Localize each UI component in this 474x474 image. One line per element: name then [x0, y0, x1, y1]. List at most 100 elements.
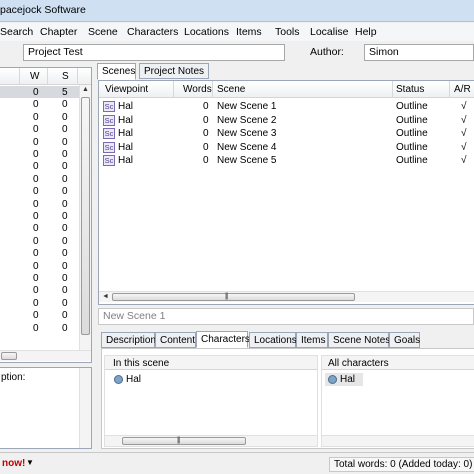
chapter-words: 0: [33, 87, 39, 98]
all-characters-header: All characters: [322, 356, 474, 370]
in-scene-hscroll-thumb[interactable]: |||: [122, 437, 246, 445]
chapter-words: 0: [33, 149, 39, 160]
menu-chapter[interactable]: Chapter: [40, 26, 77, 38]
tab-items[interactable]: Items: [296, 332, 328, 348]
chapter-scroll-thumb[interactable]: [81, 97, 90, 335]
chapter-scenes: 0: [62, 161, 68, 173]
scene-icon: Sc: [103, 114, 115, 126]
scene-ar: √: [461, 101, 467, 112]
chapter-scenes: 0: [62, 297, 68, 309]
menu-locations[interactable]: Locations: [184, 26, 229, 38]
scene-status: Outline: [396, 141, 428, 153]
all-characters-list[interactable]: All characters Hal: [321, 355, 474, 447]
scene-ar: √: [461, 155, 467, 166]
chapter-scenes: 0: [62, 136, 68, 148]
scroll-left-icon[interactable]: ◄: [102, 293, 109, 300]
menu-scene[interactable]: Scene: [88, 26, 118, 38]
chapter-scenes: 0: [62, 235, 68, 247]
chapter-scenes: 0: [62, 149, 68, 160]
column-header-ar[interactable]: A/R: [454, 84, 471, 95]
word-count: Total words: 0 (Added today: 0): [329, 457, 474, 472]
column-header-scene[interactable]: Scene: [217, 84, 245, 95]
chapter-words: 0: [33, 99, 39, 111]
scene-title-field[interactable]: New Scene 1: [98, 308, 474, 325]
scene-words: 0: [203, 128, 209, 139]
column-header-words[interactable]: W: [30, 71, 39, 82]
character-icon: [328, 375, 337, 384]
menu-bar: Search Chapter Scene Characters Location…: [0, 23, 474, 41]
menu-search[interactable]: Search: [0, 26, 33, 38]
scene-words: 0: [203, 114, 209, 126]
scene-horizontal-scrollbar[interactable]: ◄ |||: [99, 291, 474, 302]
column-header-scenes[interactable]: S: [62, 71, 69, 82]
chapter-scenes: 0: [62, 285, 68, 297]
chapter-horizontal-scrollbar[interactable]: [0, 350, 91, 361]
chapter-scenes: 0: [62, 211, 68, 222]
chapter-words: 0: [33, 136, 39, 148]
scroll-up-icon[interactable]: ▲: [82, 86, 89, 93]
scene-name: New Scene 5: [217, 155, 277, 166]
scene-viewpoint: Hal: [118, 114, 134, 126]
menu-characters[interactable]: Characters: [127, 26, 178, 38]
description-vertical-scrollbar[interactable]: [79, 368, 91, 448]
column-header-words[interactable]: Words: [183, 84, 212, 95]
chapter-words: 0: [33, 198, 39, 210]
chapter-scenes: 0: [62, 322, 68, 334]
description-label: ption:: [1, 372, 26, 383]
chapter-hscroll-thumb[interactable]: [1, 352, 17, 360]
in-scene-list[interactable]: In this scene Hal |||: [104, 355, 318, 447]
all-characters-horizontal-scrollbar[interactable]: [322, 435, 474, 446]
chapter-words: 0: [33, 173, 39, 185]
scene-ar: √: [461, 141, 467, 153]
scene-name: New Scene 1: [217, 101, 277, 112]
tab-content[interactable]: Content: [155, 332, 196, 348]
scene-row[interactable]: Sc Hal 0 New Scene 4 Outline √: [99, 141, 467, 154]
scene-ar: √: [461, 128, 467, 139]
project-name-input[interactable]: Project Test: [23, 44, 285, 61]
status-left-text[interactable]: now!: [2, 458, 25, 469]
tab-scene-notes[interactable]: Scene Notes: [328, 332, 390, 348]
scene-list-header: Viewpoint Words Scene Status A/R: [99, 81, 474, 98]
column-header-status[interactable]: Status: [396, 84, 424, 95]
scene-viewpoint: Hal: [118, 101, 134, 112]
scene-name: New Scene 3: [217, 128, 277, 139]
scene-row[interactable]: Sc Hal 0 New Scene 5 Outline √: [99, 154, 467, 167]
tab-goals[interactable]: Goals: [389, 332, 420, 348]
chapter-list-header: W S: [0, 68, 91, 85]
tab-scenes[interactable]: Scenes: [97, 63, 136, 80]
all-characters-character[interactable]: Hal: [340, 374, 355, 385]
scene-icon: Sc: [103, 155, 115, 166]
chapter-vertical-scrollbar[interactable]: ▲: [79, 85, 91, 350]
tab-characters[interactable]: Characters: [196, 331, 250, 348]
chapter-scenes: 0: [62, 223, 68, 235]
menu-items[interactable]: Items: [236, 26, 262, 38]
scene-row[interactable]: Sc Hal 0 New Scene 1 Outline √: [99, 100, 467, 113]
scene-words: 0: [203, 101, 209, 112]
menu-tools[interactable]: Tools: [275, 26, 300, 38]
grip-icon: |||: [225, 293, 229, 300]
scene-row[interactable]: Sc Hal 0 New Scene 2 Outline √: [99, 114, 467, 127]
scene-words: 0: [203, 141, 209, 153]
chapter-words: 0: [33, 297, 39, 309]
chapter-words: 0: [33, 223, 39, 235]
dropdown-arrow-icon[interactable]: ▼: [26, 458, 34, 467]
character-icon: [114, 375, 123, 384]
in-scene-horizontal-scrollbar[interactable]: |||: [105, 435, 317, 446]
scene-status: Outline: [396, 155, 428, 166]
chapter-list[interactable]: W S 050000000000000000000000000000000000…: [0, 67, 92, 363]
in-scene-character[interactable]: Hal: [126, 374, 141, 385]
menu-localise[interactable]: Localise: [310, 26, 349, 38]
chapter-scenes: 0: [62, 99, 68, 111]
scene-list[interactable]: Viewpoint Words Scene Status A/R Sc Hal 0 N…: [98, 80, 474, 305]
tab-locations[interactable]: Locations: [249, 332, 297, 348]
scene-name: New Scene 2: [217, 114, 277, 126]
author-input[interactable]: Simon: [364, 44, 474, 61]
menu-help[interactable]: Help: [355, 26, 377, 38]
scene-row[interactable]: Sc Hal 0 New Scene 3 Outline √: [99, 127, 467, 140]
chapter-scenes: 0: [62, 111, 68, 123]
tab-description[interactable]: Description: [101, 332, 156, 348]
chapter-scenes: 0: [62, 260, 68, 272]
tab-project-notes[interactable]: Project Notes: [139, 63, 209, 79]
column-header-viewpoint[interactable]: Viewpoint: [105, 84, 148, 95]
scene-hscroll-thumb[interactable]: |||: [112, 293, 355, 301]
